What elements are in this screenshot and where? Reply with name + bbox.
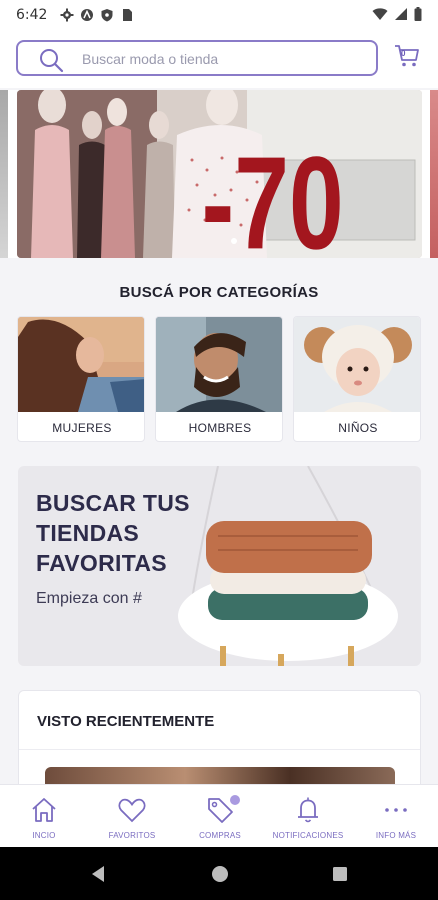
promo-carousel[interactable]: -70: [0, 90, 438, 258]
home-icon: [32, 798, 56, 822]
recently-viewed-section: VISTO RECIENTEMENTE: [18, 690, 421, 790]
category-label: MUJERES: [52, 421, 112, 435]
category-label: NIÑOS: [338, 421, 378, 435]
nav-item-inicio[interactable]: INCIO: [0, 785, 88, 848]
carousel-prev-slide[interactable]: [0, 90, 8, 258]
hombres-image: [156, 317, 282, 412]
banner-image: -70: [17, 90, 422, 258]
nav-label: INFO MÁS: [375, 831, 417, 840]
category-card-hombres[interactable]: HOMBRES: [155, 316, 283, 442]
promo-title-line-2: TIENDAS: [36, 520, 140, 546]
categories-title: BUSCÁ POR CATEGORÍAS: [119, 284, 319, 301]
cart-count: 0: [401, 49, 406, 58]
search-icon: [40, 49, 64, 73]
favorite-stores-banner[interactable]: BUSCAR TUS TIENDAS FAVORITAS Empieza con…: [18, 466, 421, 666]
back-icon[interactable]: [88, 864, 108, 884]
status-system-icons: [372, 7, 422, 21]
bottom-navigation: INCIO FAVORITOS COMPRAS NOTIFICACIONES I…: [0, 784, 438, 847]
cart-icon: [395, 45, 419, 67]
search-input[interactable]: Buscar moda o tienda: [16, 40, 378, 76]
sim-card-icon: [123, 9, 132, 21]
home-button-icon[interactable]: [210, 864, 230, 884]
settings-icon: [60, 8, 74, 22]
recents-icon[interactable]: [330, 864, 350, 884]
nav-label: FAVORITOS: [108, 831, 156, 840]
system-navigation-bar: [0, 847, 438, 900]
status-bar: 6:42: [0, 0, 438, 30]
app-notification-icon: [81, 9, 93, 21]
nav-label: INCIO: [32, 831, 56, 840]
nav-item-notificaciones[interactable]: NOTIFICACIONES: [264, 785, 352, 848]
bell-icon: [298, 797, 318, 823]
notification-badge: [230, 795, 240, 805]
carousel-dot-active: [231, 238, 237, 244]
search-placeholder: Buscar moda o tienda: [82, 51, 219, 67]
heart-icon: [118, 798, 146, 823]
mujeres-image: [18, 317, 144, 412]
sweaters-image: [178, 466, 398, 666]
status-notification-icons: [60, 8, 134, 22]
nav-label: COMPRAS: [199, 831, 241, 840]
promo-subtitle: Empieza con #: [36, 590, 142, 607]
carousel-indicator: [0, 238, 438, 246]
divider: [19, 749, 420, 750]
recently-viewed-title: VISTO RECIENTEMENTE: [37, 713, 215, 730]
ninos-image: [294, 317, 420, 412]
more-icon: [385, 808, 407, 812]
category-card-mujeres[interactable]: MUJERES: [17, 316, 145, 442]
nav-item-compras[interactable]: COMPRAS: [176, 785, 264, 848]
app-header: Buscar moda o tienda 0: [0, 30, 438, 88]
shield-icon: [101, 9, 113, 22]
promo-title-line-3: FAVORITAS: [36, 550, 167, 576]
category-label: HOMBRES: [188, 421, 252, 435]
nav-item-favoritos[interactable]: FAVORITOS: [88, 785, 176, 848]
carousel-next-slide[interactable]: [430, 90, 438, 258]
promo-title-line-1: BUSCAR TUS: [36, 490, 190, 516]
category-card-ninos[interactable]: NIÑOS: [293, 316, 421, 442]
signal-icon: [395, 8, 407, 20]
sale-banner[interactable]: -70: [17, 90, 422, 258]
battery-icon: [414, 7, 422, 21]
status-time: 6:42: [16, 7, 48, 23]
wifi-icon: [372, 8, 388, 20]
nav-label: NOTIFICACIONES: [272, 831, 344, 840]
nav-item-info-mas[interactable]: INFO MÁS: [352, 785, 438, 848]
